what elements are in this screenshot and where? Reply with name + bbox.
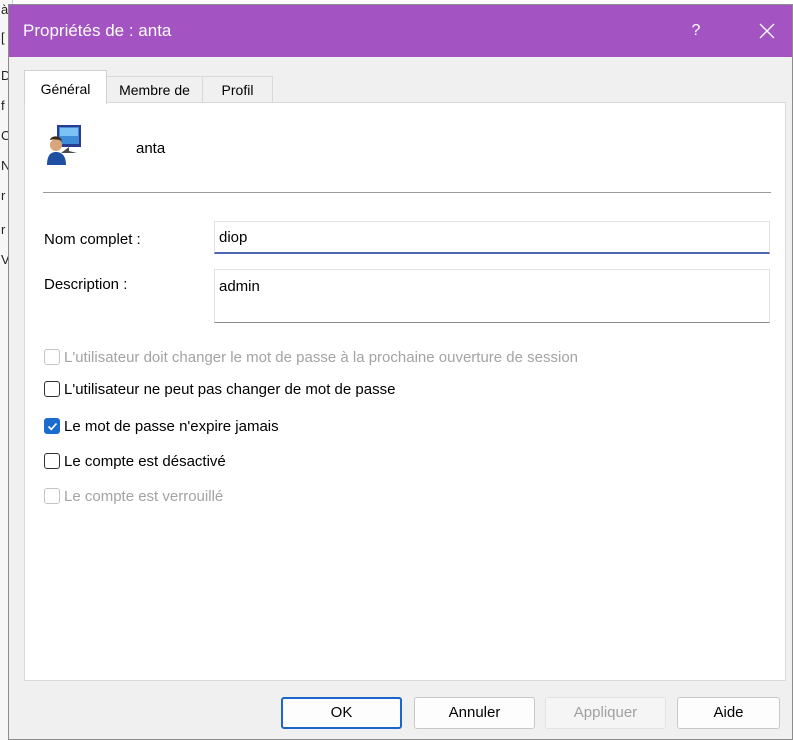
tab-label: Profil [221, 82, 254, 98]
checkbox-box[interactable] [44, 488, 60, 504]
full-name-input[interactable] [214, 221, 770, 254]
checkbox-box[interactable] [44, 349, 60, 365]
general-tab-panel: anta Nom complet : Description : admin L… [24, 102, 786, 681]
title-bar[interactable]: Propriétés de : anta ? [9, 5, 792, 57]
username-label: anta [136, 140, 166, 157]
background-text: r [1, 188, 6, 203]
account-locked-checkbox[interactable]: Le compte est verrouillé [44, 485, 223, 507]
checkbox-label: L'utilisateur ne peut pas changer de mot… [64, 380, 396, 398]
close-icon [759, 23, 775, 39]
help-title-button[interactable]: ? [679, 15, 713, 47]
dialog-title: Propriétés de : anta [23, 21, 172, 40]
account-disabled-checkbox[interactable]: Le compte est désactivé [44, 450, 226, 472]
background-text: f [1, 98, 5, 113]
checkbox-label: Le compte est désactivé [64, 452, 226, 470]
help-button[interactable]: Aide [677, 697, 780, 729]
tab-general[interactable]: Général [24, 70, 107, 104]
tab-profil[interactable]: Profil [202, 76, 273, 102]
checkbox-label: Le mot de passe n'expire jamais [64, 417, 279, 435]
properties-dialog: Propriétés de : anta ? Général Membre de… [8, 4, 793, 740]
separator [43, 192, 771, 193]
background-text: r [1, 222, 6, 237]
checkbox-label: L'utilisateur doit changer le mot de pas… [64, 348, 579, 366]
description-label: Description : [44, 276, 128, 293]
tab-label: Membre de [119, 82, 190, 98]
checkbox-box[interactable] [44, 418, 60, 434]
background-text: [ [1, 30, 5, 45]
must-change-password-checkbox[interactable]: L'utilisateur doit changer le mot de pas… [44, 346, 578, 368]
checkbox-label: Le compte est verrouillé [64, 487, 224, 505]
cannot-change-password-checkbox[interactable]: L'utilisateur ne peut pas changer de mot… [44, 378, 395, 400]
password-never-expires-checkbox[interactable]: Le mot de passe n'expire jamais [44, 415, 279, 437]
close-button[interactable] [747, 13, 787, 49]
ok-button[interactable]: OK [281, 697, 402, 729]
description-input[interactable]: admin [214, 269, 770, 323]
full-name-label: Nom complet : [44, 231, 141, 248]
cancel-button[interactable]: Annuler [414, 697, 535, 729]
question-mark-icon: ? [691, 22, 701, 39]
user-computer-icon [47, 125, 81, 165]
apply-button[interactable]: Appliquer [545, 697, 666, 729]
tab-label: Général [40, 81, 91, 97]
checkbox-box[interactable] [44, 453, 60, 469]
checkbox-box[interactable] [44, 381, 60, 397]
tab-membre-de[interactable]: Membre de [106, 76, 203, 102]
checkmark-icon [47, 422, 58, 431]
